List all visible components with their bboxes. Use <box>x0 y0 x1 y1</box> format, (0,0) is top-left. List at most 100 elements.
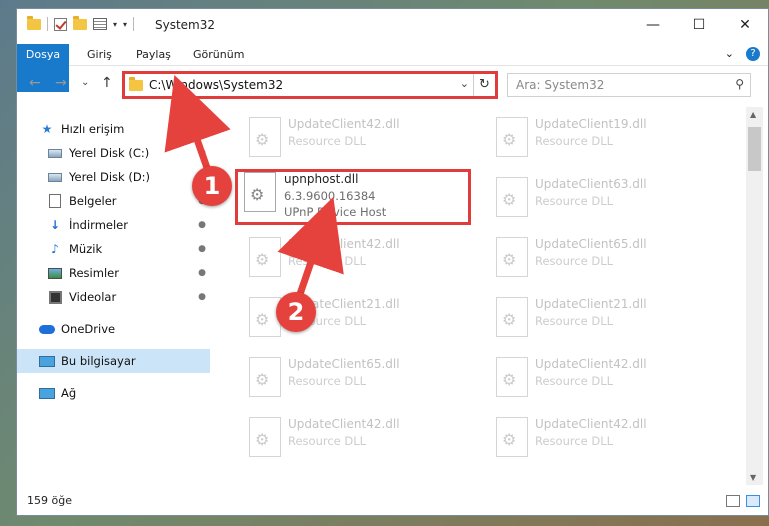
nav-item-label: Ağ <box>61 386 77 400</box>
back-button[interactable]: ← <box>29 75 41 91</box>
title-bar: ▾ ▾ System32 — ☐ ✕ <box>17 9 768 40</box>
maximize-button[interactable]: ☐ <box>676 9 722 40</box>
qat-dropdown-icon[interactable]: ▾ <box>113 20 117 29</box>
network-icon <box>39 386 55 400</box>
help-icon[interactable]: ? <box>746 47 760 61</box>
nav-item-local-disk-c[interactable]: Yerel Disk (C:) ● <box>17 141 210 165</box>
properties-check-icon[interactable] <box>54 17 67 31</box>
item-count: 159 öğe <box>27 494 72 507</box>
tab-home[interactable]: Giriş <box>87 44 112 66</box>
qat-customize-icon[interactable]: ▾ <box>123 20 127 29</box>
file-name: UpdateClient65.dll <box>288 357 400 371</box>
scrollbar-thumb[interactable] <box>748 127 761 171</box>
file-item[interactable]: UpdateClient21.dll Resource DLL <box>486 295 716 343</box>
minimize-button[interactable]: — <box>630 9 676 40</box>
file-item[interactable]: UpdateClient21.dll Resource DLL <box>239 295 469 343</box>
nav-item-videos[interactable]: Videolar ● <box>17 285 210 309</box>
file-item[interactable]: UpdateClient65.dll Resource DLL <box>486 235 716 283</box>
properties-icon[interactable] <box>93 18 107 30</box>
documents-icon <box>47 194 63 208</box>
nav-item-label: Yerel Disk (D:) <box>69 170 151 184</box>
file-name: UpdateClient65.dll <box>535 237 647 251</box>
nav-item-label: Resimler <box>69 266 119 280</box>
file-name: UpdateClient42.dll <box>535 357 647 371</box>
status-bar: 159 öğe <box>17 487 768 515</box>
nav-item-label: Yerel Disk (C:) <box>69 146 150 160</box>
nav-item-music[interactable]: ♪ Müzik ● <box>17 237 210 261</box>
nav-item-downloads[interactable]: ↓ İndirmeler ● <box>17 213 210 237</box>
tiles-view-icon[interactable] <box>746 495 760 507</box>
toolbar-separator <box>133 17 135 31</box>
dll-file-icon <box>244 172 276 212</box>
file-description: Resource DLL <box>535 374 614 388</box>
pin-icon: ● <box>198 244 206 254</box>
details-view-icon[interactable] <box>726 495 740 507</box>
tab-share[interactable]: Paylaş <box>136 44 171 66</box>
quick-access-toolbar: ▾ ▾ <box>27 15 135 31</box>
nav-item-local-disk-d[interactable]: Yerel Disk (D:) ● <box>17 165 210 189</box>
ribbon-tabs: Dosya Giriş Paylaş Görünüm ⌄ ? <box>17 44 768 92</box>
file-item[interactable]: UpdateClient42.dll Resource DLL <box>239 235 469 283</box>
file-name: upnphost.dll <box>284 172 359 186</box>
file-item[interactable]: UpdateClient42.dll Resource DLL <box>486 355 716 403</box>
dll-file-icon <box>496 117 528 157</box>
file-name: UpdateClient63.dll <box>535 177 647 191</box>
file-item-upnphost[interactable]: upnphost.dll 6.3.9600.16384 UPnP Device … <box>235 169 471 225</box>
recent-locations-button[interactable]: ⌄ <box>81 77 89 88</box>
file-item[interactable]: UpdateClient42.dll Resource DLL <box>239 415 469 463</box>
nav-item-pictures[interactable]: Resimler ● <box>17 261 210 285</box>
dll-file-icon <box>249 357 281 397</box>
address-path[interactable]: C:\Windows\System32 <box>149 78 283 92</box>
star-icon: ★ <box>41 122 53 136</box>
dll-file-icon <box>496 297 528 337</box>
address-row: ← → ⌄ ↑ C:\Windows\System32 ⌄ ↻ Ara: Sys… <box>17 71 768 99</box>
folder-icon <box>129 76 143 91</box>
address-dropdown-icon[interactable]: ⌄ <box>460 77 469 90</box>
file-name: UpdateClient19.dll <box>535 117 647 131</box>
nav-item-network[interactable]: Ağ <box>17 381 210 405</box>
file-item[interactable]: UpdateClient63.dll Resource DLL <box>486 175 716 223</box>
dll-file-icon <box>249 117 281 157</box>
nav-item-documents[interactable]: Belgeler ● <box>17 189 210 213</box>
explorer-window: ▾ ▾ System32 — ☐ ✕ Dosya Giriş Paylaş Gö… <box>16 8 769 516</box>
search-input[interactable]: Ara: System32 ⚲ <box>507 73 751 97</box>
videos-icon <box>47 290 63 304</box>
up-button[interactable]: ↑ <box>101 75 113 91</box>
nav-item-label: Belgeler <box>69 194 117 208</box>
file-item[interactable]: UpdateClient65.dll Resource DLL <box>239 355 469 403</box>
file-description: Resource DLL <box>535 314 614 328</box>
ribbon-expand-icon[interactable]: ⌄ <box>725 47 734 61</box>
pin-icon: ● <box>198 268 206 278</box>
nav-item-quick-access[interactable]: ★ Hızlı erişim <box>17 117 210 141</box>
nav-item-onedrive[interactable]: OneDrive <box>17 317 210 341</box>
close-button[interactable]: ✕ <box>722 9 768 40</box>
file-name: UpdateClient42.dll <box>288 117 400 131</box>
file-description: Resource DLL <box>535 434 614 448</box>
drive-icon <box>47 146 63 160</box>
file-item[interactable]: UpdateClient42.dll Resource DLL <box>486 415 716 463</box>
new-folder-icon[interactable] <box>73 15 87 30</box>
dll-file-icon <box>496 237 528 277</box>
scroll-up-icon[interactable]: ▲ <box>750 110 756 119</box>
dll-file-icon <box>496 357 528 397</box>
scroll-down-icon[interactable]: ▼ <box>750 473 756 482</box>
file-item[interactable]: UpdateClient19.dll Resource DLL <box>486 115 716 163</box>
folder-icon[interactable] <box>27 15 41 30</box>
forward-button[interactable]: → <box>55 75 67 91</box>
nav-item-this-pc[interactable]: Bu bilgisayar <box>17 349 210 373</box>
file-item[interactable]: UpdateClient42.dll Resource DLL <box>239 115 469 163</box>
tab-view[interactable]: Görünüm <box>193 44 244 66</box>
file-version: 6.3.9600.16384 <box>284 189 376 203</box>
dll-file-icon <box>496 417 528 457</box>
pin-icon: ● <box>198 148 206 158</box>
file-description: Resource DLL <box>535 134 614 148</box>
search-icon[interactable]: ⚲ <box>735 77 744 91</box>
pictures-icon <box>47 266 63 280</box>
vertical-scrollbar[interactable]: ▲ ▼ <box>746 107 763 485</box>
cloud-icon <box>39 322 55 336</box>
address-bar[interactable]: C:\Windows\System32 ⌄ ↻ <box>122 71 498 99</box>
pin-icon: ● <box>198 220 206 230</box>
refresh-button[interactable]: ↻ <box>473 74 495 96</box>
file-description: UPnP Device Host <box>284 205 387 219</box>
computer-icon <box>39 354 55 368</box>
